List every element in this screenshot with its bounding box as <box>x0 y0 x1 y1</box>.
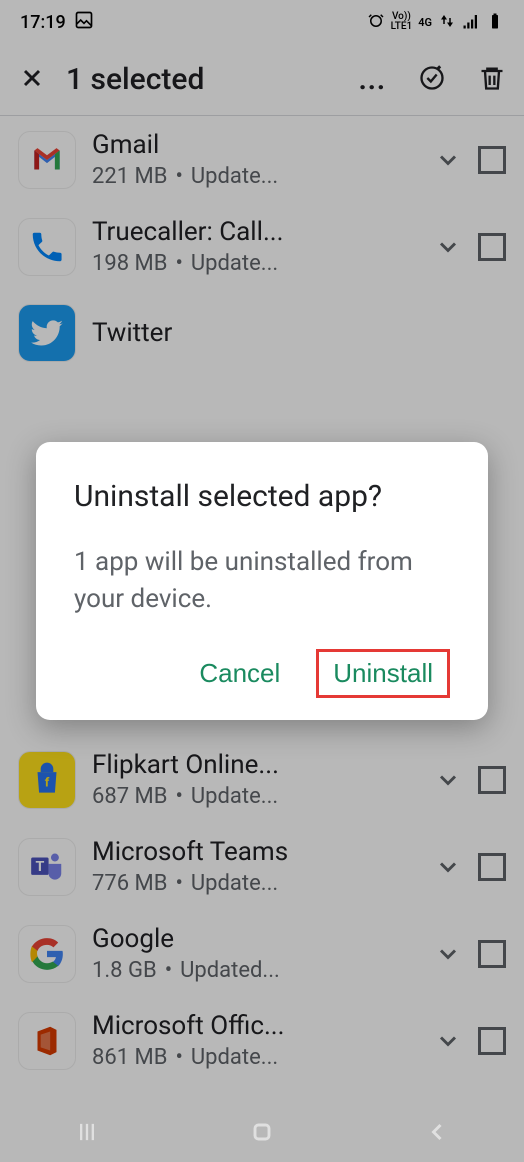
uninstall-dialog: Uninstall selected app? 1 app will be un… <box>36 442 488 720</box>
dialog-body: 1 app will be uninstalled from your devi… <box>74 544 450 617</box>
cancel-button[interactable]: Cancel <box>187 650 292 697</box>
back-button[interactable] <box>423 1118 451 1150</box>
uninstall-button[interactable]: Uninstall <box>316 649 450 698</box>
dialog-backdrop[interactable]: Uninstall selected app? 1 app will be un… <box>0 0 524 1162</box>
recents-button[interactable] <box>73 1118 101 1150</box>
navigation-bar <box>0 1106 524 1162</box>
home-button[interactable] <box>248 1118 276 1150</box>
dialog-title: Uninstall selected app? <box>74 476 450 518</box>
